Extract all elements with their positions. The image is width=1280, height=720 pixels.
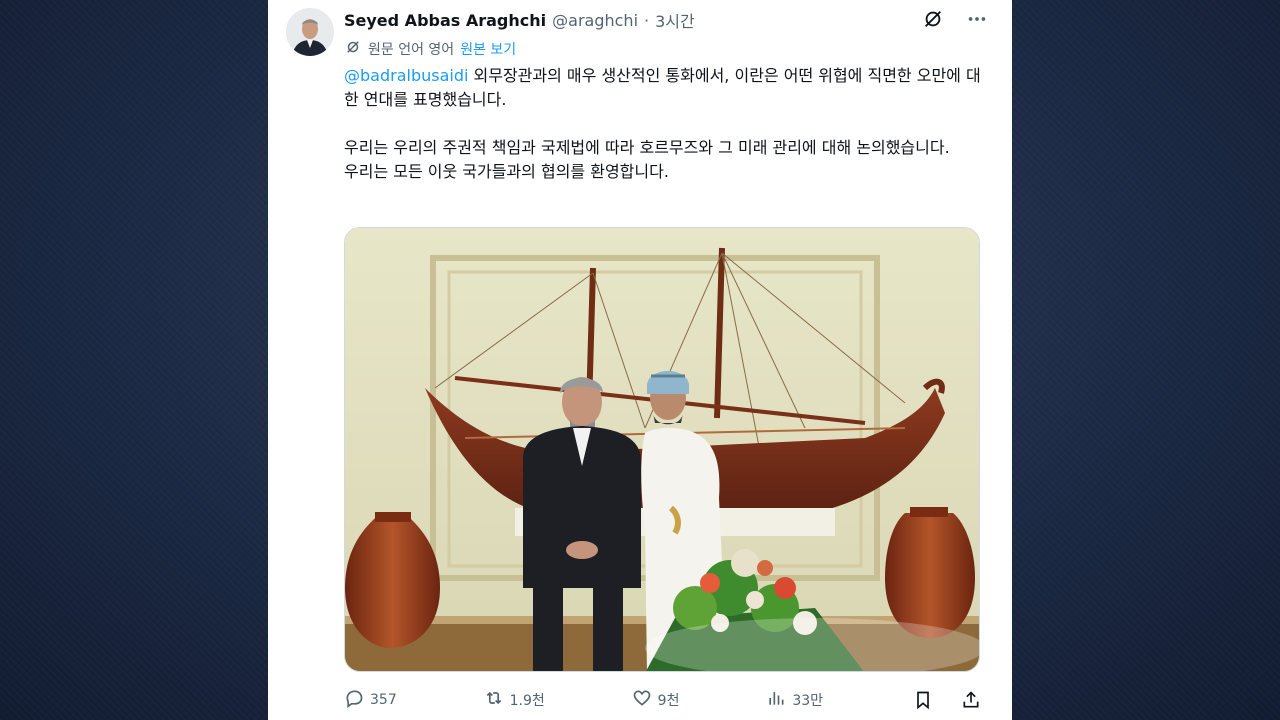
like-button[interactable]: 9천 [632,688,680,712]
post-photo[interactable] [344,227,980,672]
post-paragraph-3: 우리는 모든 이웃 국가들과의 협의를 환영합니다. [344,162,669,181]
repost-count: 1.9천 [509,693,545,709]
views-count: 33만 [792,693,824,709]
views-button[interactable]: 33만 [766,688,823,712]
reply-icon [344,688,364,712]
paragraph-spacer [344,112,984,136]
background-left [0,0,268,720]
header-actions [920,6,990,32]
bookmark-icon[interactable] [910,687,936,713]
background-right [1012,0,1280,720]
post-paragraph-2: 우리는 우리의 주권적 책임과 국제법에 따라 호르무즈와 그 미래 관리에 대… [344,138,950,157]
post-time[interactable]: 3시간 [655,8,695,32]
avatar[interactable] [286,8,334,56]
views-icon [766,688,786,712]
repost-icon [484,688,504,712]
author-name[interactable]: Seyed Abbas Araghchi [344,11,546,30]
translation-bar: 원문 언어 영어 원본 보기 [344,38,516,60]
share-icon[interactable] [958,687,984,713]
reply-count: 357 [370,692,397,708]
like-icon [632,688,652,712]
translate-icon [344,38,362,60]
post-header: Seyed Abbas Araghchi @araghchi · 3시간 [344,8,992,32]
post-body: @badralbusaidi 외무장관과의 매우 생산적인 통화에서, 이란은 … [344,64,984,184]
post-paragraph-1: @badralbusaidi 외무장관과의 매우 생산적인 통화에서, 이란은 … [344,64,984,112]
reply-button[interactable]: 357 [344,688,397,712]
translation-source: 원문 언어 영어 [368,42,455,58]
action-bar: 357 1.9천 9천 33만 [344,684,984,716]
action-bar-right [910,687,984,713]
like-count: 9천 [657,693,680,709]
show-original-link[interactable]: 원본 보기 [460,39,516,59]
more-icon[interactable] [964,6,990,32]
mention-link[interactable]: @badralbusaidi [344,66,468,85]
post-card[interactable]: Seyed Abbas Araghchi @araghchi · 3시간 원문 … [268,0,1012,720]
separator-dot: · [644,10,650,30]
grok-icon[interactable] [920,6,946,32]
author-handle[interactable]: @araghchi [552,11,638,30]
repost-button[interactable]: 1.9천 [484,688,545,712]
